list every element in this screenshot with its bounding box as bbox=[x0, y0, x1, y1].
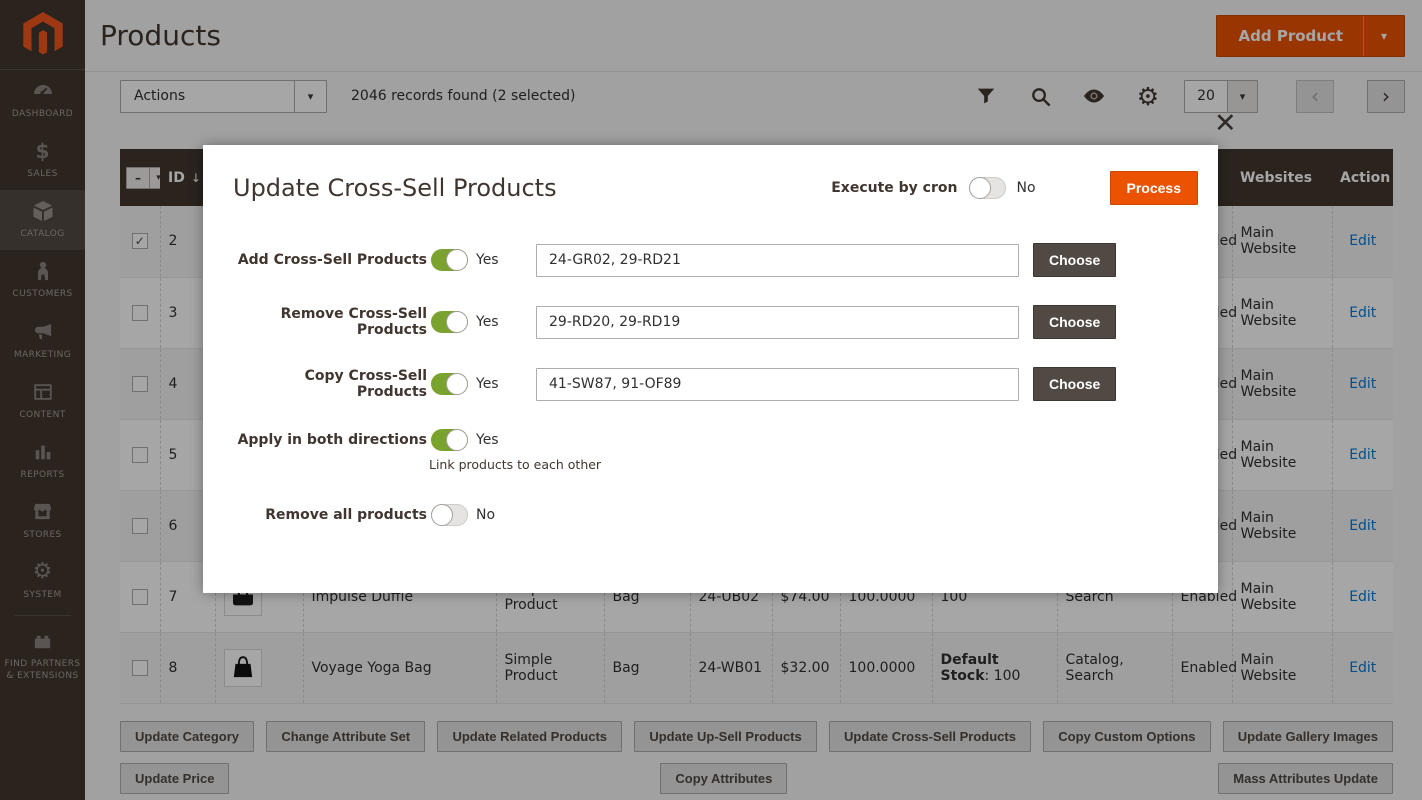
form-row-remove-cross-sell: Remove Cross-Sell Products Yes Choose bbox=[233, 305, 1198, 339]
remove-cross-sell-input[interactable] bbox=[536, 306, 1019, 339]
toggle-value: Yes bbox=[476, 252, 536, 268]
modal-title: Update Cross-Sell Products bbox=[233, 174, 831, 202]
execute-by-cron-toggle[interactable] bbox=[969, 177, 1006, 199]
form-row-remove-all-products: Remove all products No bbox=[233, 504, 1198, 526]
process-button[interactable]: Process bbox=[1110, 171, 1198, 205]
toggle-value: Yes bbox=[476, 376, 536, 392]
field-label: Apply in both directions bbox=[233, 432, 427, 448]
close-icon[interactable]: ✕ bbox=[1214, 110, 1237, 137]
copy-cross-sell-input[interactable] bbox=[536, 368, 1019, 401]
form-row-apply-both-directions: Apply in both directions Yes bbox=[233, 429, 1198, 451]
field-note: Link products to each other bbox=[429, 457, 1198, 472]
copy-cross-sell-toggle[interactable] bbox=[431, 373, 468, 395]
execute-by-cron-label: Execute by cron bbox=[831, 180, 957, 196]
modal-header: Update Cross-Sell Products Execute by cr… bbox=[233, 171, 1198, 205]
remove-cross-sell-toggle[interactable] bbox=[431, 311, 468, 333]
choose-button[interactable]: Choose bbox=[1033, 367, 1116, 401]
toggle-value: No bbox=[476, 507, 536, 523]
field-label: Remove all products bbox=[233, 507, 427, 523]
toggle-value: Yes bbox=[476, 432, 536, 448]
execute-by-cron-value: No bbox=[1016, 180, 1035, 196]
field-label: Remove Cross-Sell Products bbox=[233, 306, 427, 338]
toggle-value: Yes bbox=[476, 314, 536, 330]
add-cross-sell-input[interactable] bbox=[536, 244, 1019, 277]
apply-both-directions-toggle[interactable] bbox=[431, 429, 468, 451]
form-row-copy-cross-sell: Copy Cross-Sell Products Yes Choose bbox=[233, 367, 1198, 401]
remove-all-products-toggle[interactable] bbox=[431, 504, 468, 526]
field-label: Add Cross-Sell Products bbox=[233, 252, 427, 268]
form-row-add-cross-sell: Add Cross-Sell Products Yes Choose bbox=[233, 243, 1198, 277]
modal-form: Add Cross-Sell Products Yes Choose Remov… bbox=[233, 243, 1198, 526]
update-cross-sell-modal: Update Cross-Sell Products Execute by cr… bbox=[203, 145, 1218, 593]
field-label: Copy Cross-Sell Products bbox=[233, 368, 427, 400]
add-cross-sell-toggle[interactable] bbox=[431, 249, 468, 271]
choose-button[interactable]: Choose bbox=[1033, 243, 1116, 277]
choose-button[interactable]: Choose bbox=[1033, 305, 1116, 339]
